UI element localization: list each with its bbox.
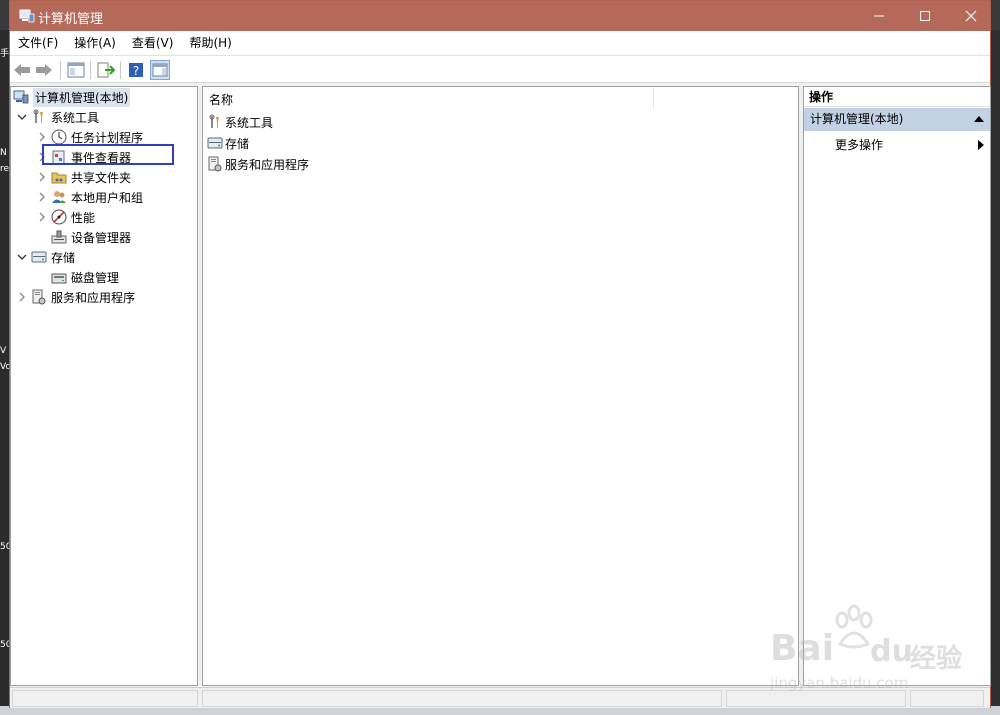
show-hide-tree-icon[interactable] <box>66 60 86 80</box>
tree-item-label: 共享文件夹 <box>71 170 132 185</box>
title-bar[interactable]: 计算机管理 <box>10 1 990 31</box>
tree-item-shared-folders[interactable]: 共享文件夹 <box>35 167 131 187</box>
toolbar-separator <box>120 61 121 79</box>
toolbar-separator <box>90 61 91 79</box>
actions-header: 操作 <box>804 87 990 107</box>
list-item[interactable]: 存储 <box>207 133 249 153</box>
watermark-brand: Bai <box>770 628 835 669</box>
desktop-fragment-text: Vo <box>0 362 9 372</box>
column-divider[interactable] <box>653 89 654 109</box>
menu-file[interactable]: 文件(F) <box>10 31 66 55</box>
tree-item-label: 本地用户和组 <box>71 190 144 205</box>
tree-item-label: 服务和应用程序 <box>51 290 136 305</box>
menu-bar: 文件(F) 操作(A) 查看(V) 帮助(H) <box>10 31 990 55</box>
window-title: 计算机管理 <box>38 12 104 27</box>
performance-icon <box>51 209 67 225</box>
desktop-left-strip <box>0 30 9 715</box>
status-segment <box>12 690 198 707</box>
maximize-button[interactable] <box>902 1 948 31</box>
actions-pane: 操作 计算机管理(本地) 更多操作 <box>803 86 991 686</box>
status-segment <box>202 690 722 707</box>
desktop-fragment-text: N <box>0 148 7 158</box>
tree-item-local-users[interactable]: 本地用户和组 <box>35 187 143 207</box>
tree-item-storage[interactable]: 存储 <box>15 247 75 267</box>
desktop-right-strip <box>990 30 1000 715</box>
tree-item-label: 磁盘管理 <box>71 270 120 285</box>
svg-text:?: ? <box>133 64 139 78</box>
desktop-fragment-text: re <box>0 164 9 174</box>
tree-item-device-manager[interactable]: 设备管理器 <box>51 227 131 247</box>
computer-management-icon <box>19 8 35 24</box>
tree-item-label: 性能 <box>71 210 96 225</box>
chevron-right-icon[interactable] <box>35 130 49 144</box>
storage-icon <box>207 135 223 151</box>
console-tree-pane[interactable]: 计算机管理(本地) 系统工具 任务计划程序 事件查看器 共享文件夹 本地用户和组 <box>10 86 198 686</box>
column-header[interactable]: 名称 <box>203 87 798 109</box>
baidu-watermark: Bai du 经验 jingyan.baidu.com <box>770 600 970 695</box>
watermark-cn: 经验 <box>910 644 963 674</box>
clock-icon <box>51 129 67 145</box>
users-icon <box>51 189 67 205</box>
actions-section-label: 计算机管理(本地) <box>810 112 904 126</box>
column-name-header[interactable]: 名称 <box>209 91 233 108</box>
desktop-fragment-text: 50 <box>0 640 9 650</box>
more-actions-label: 更多操作 <box>835 138 884 152</box>
menu-action[interactable]: 操作(A) <box>66 31 124 55</box>
tree-item-services-apps[interactable]: 服务和应用程序 <box>15 287 135 307</box>
close-button[interactable] <box>948 1 994 31</box>
list-item-label: 系统工具 <box>225 115 274 130</box>
submenu-arrow-icon <box>978 140 984 150</box>
chevron-down-icon[interactable] <box>15 110 29 124</box>
toolbar: ? <box>10 55 990 83</box>
chevron-right-icon[interactable] <box>35 170 49 184</box>
tree-item-computer-management[interactable]: 计算机管理(本地) <box>13 87 131 107</box>
tree-item-system-tools[interactable]: 系统工具 <box>15 107 99 127</box>
watermark-url: jingyan.baidu.com <box>770 674 909 692</box>
disk-icon <box>51 269 67 285</box>
tree-item-label: 系统工具 <box>51 110 100 125</box>
tools-icon <box>207 114 223 130</box>
help-icon[interactable]: ? <box>126 60 146 80</box>
services-icon <box>207 156 223 172</box>
forward-arrow-icon[interactable] <box>34 60 54 80</box>
desktop-fragment-text: V <box>0 346 7 356</box>
tree-item-label: 存储 <box>51 250 76 265</box>
tree-item-disk-management[interactable]: 磁盘管理 <box>51 267 119 287</box>
list-item-label: 服务和应用程序 <box>225 157 310 172</box>
more-actions-item[interactable]: 更多操作 <box>804 134 990 156</box>
menu-view[interactable]: 查看(V) <box>124 31 182 55</box>
shared-folder-icon <box>51 169 67 185</box>
chevron-down-icon[interactable] <box>15 250 29 264</box>
tree-item-performance[interactable]: 性能 <box>35 207 95 227</box>
back-arrow-icon[interactable] <box>12 60 32 80</box>
chevron-right-icon[interactable] <box>35 190 49 204</box>
list-item[interactable]: 系统工具 <box>207 112 273 132</box>
desktop-fragment-text: 手 <box>0 49 9 59</box>
minimize-button[interactable] <box>856 1 902 31</box>
watermark-brand-du: du <box>870 634 913 669</box>
show-hide-action-pane-icon[interactable] <box>150 60 170 80</box>
actions-section-computer-management[interactable]: 计算机管理(本地) <box>804 108 990 131</box>
toolbar-separator <box>60 61 61 79</box>
results-list-pane[interactable]: 名称 系统工具 存储 服务和应用程序 <box>202 86 799 686</box>
computer-management-icon <box>13 89 29 105</box>
list-item-label: 存储 <box>225 136 250 151</box>
tree-item-label: 设备管理器 <box>71 230 132 245</box>
tree-item-label: 任务计划程序 <box>71 130 144 145</box>
storage-icon <box>31 249 47 265</box>
tools-icon <box>31 109 47 125</box>
list-item[interactable]: 服务和应用程序 <box>207 154 309 174</box>
collapse-up-icon[interactable] <box>974 116 984 122</box>
highlight-box <box>42 144 174 165</box>
desktop-fragment-text: 50 <box>0 542 9 552</box>
export-list-icon[interactable] <box>96 60 116 80</box>
chevron-right-icon[interactable] <box>15 290 29 304</box>
chevron-right-icon[interactable] <box>35 210 49 224</box>
services-icon <box>31 289 47 305</box>
menu-help[interactable]: 帮助(H) <box>181 31 239 55</box>
tree-item-label: 计算机管理(本地) <box>33 87 131 107</box>
device-manager-icon <box>51 229 67 245</box>
